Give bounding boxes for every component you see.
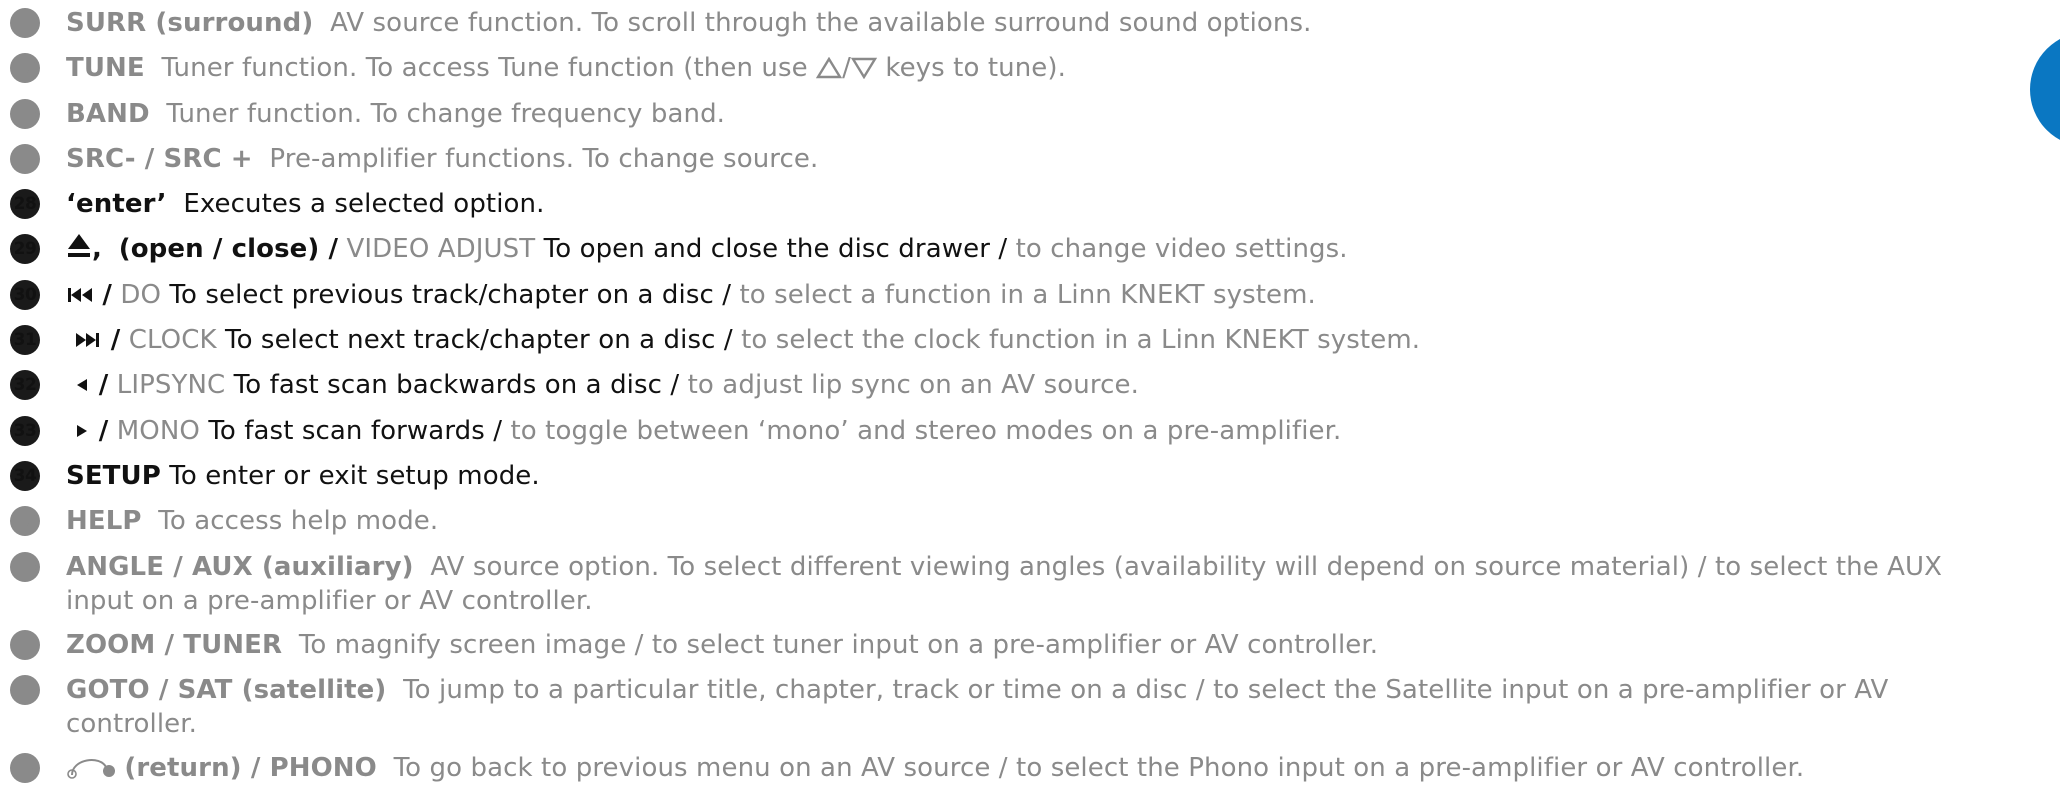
key-name: SRC- / SRC + bbox=[66, 143, 253, 174]
list-item-39: 39 (return) / PHONO To go back to previo… bbox=[10, 751, 2000, 785]
skip-previous-icon bbox=[66, 278, 94, 312]
key-alt-name: CLOCK bbox=[128, 325, 217, 356]
list-item-31: 31 / CLOCK To select next track/chapter … bbox=[10, 323, 2000, 357]
slash: / bbox=[842, 53, 851, 84]
item-number: 24 bbox=[10, 8, 40, 38]
item-number: 33 bbox=[10, 415, 40, 446]
key-description: To magnify screen image / to select tune… bbox=[298, 629, 1379, 660]
item-number: 36 bbox=[10, 551, 40, 582]
list-item-28: 28 ‘enter’ Executes a selected option. bbox=[10, 187, 2000, 221]
key-name: (return) / PHONO bbox=[124, 752, 377, 783]
key-alt-description: to select the clock function in a Linn K… bbox=[741, 325, 1421, 356]
skip-next-icon bbox=[74, 323, 102, 357]
key-name: TUNE bbox=[66, 53, 145, 84]
list-item-35: 35 HELP To access help mode. bbox=[10, 504, 2000, 538]
key-alt-description: to adjust lip sync on an AV source. bbox=[687, 370, 1139, 401]
key-alt-name: LIPSYNC bbox=[116, 370, 226, 401]
item-number: 27 bbox=[10, 143, 40, 174]
list-item-37: 37 ZOOM / TUNER To magnify screen image … bbox=[10, 628, 2000, 662]
list-item-26: 26 BAND Tuner function. To change freque… bbox=[10, 97, 2000, 131]
key-separator: / bbox=[110, 325, 121, 356]
key-separator: / bbox=[98, 370, 109, 401]
key-description: Executes a selected option. bbox=[183, 189, 545, 220]
list-item-24: 24 SURR (surround) AV source function. T… bbox=[10, 6, 2000, 40]
down-triangle-outline-icon bbox=[850, 51, 878, 85]
rewind-icon bbox=[74, 368, 90, 402]
key-name: BAND bbox=[66, 98, 150, 129]
chapter-tab bbox=[2030, 32, 2060, 147]
key-alt-name: MONO bbox=[116, 415, 200, 446]
list-item-38: 38 GOTO / SAT (satellite) To jump to a p… bbox=[10, 673, 2000, 741]
item-number: 38 bbox=[10, 674, 40, 705]
eject-icon bbox=[66, 232, 92, 266]
list-item-25: 25 TUNE Tuner function. To access Tune f… bbox=[10, 51, 2000, 85]
key-description: Tuner function. To access Tune function … bbox=[161, 53, 808, 84]
key-name: ZOOM / TUNER bbox=[66, 629, 283, 660]
up-triangle-outline-icon bbox=[815, 51, 843, 85]
key-separator: , bbox=[92, 234, 102, 265]
key-alt-description: to select a function in a Linn KNEKT sys… bbox=[739, 279, 1316, 310]
key-description: AV source function. To scroll through th… bbox=[330, 8, 1312, 38]
key-description: To enter or exit setup mode. bbox=[169, 460, 540, 491]
key-name: ‘enter’ bbox=[66, 189, 167, 220]
key-description: To select previous track/chapter on a di… bbox=[169, 279, 732, 310]
item-number: 28 bbox=[10, 189, 40, 220]
list-item-36: 36 ANGLE / AUX (auxiliary) AV source opt… bbox=[10, 550, 2000, 618]
key-separator: / bbox=[98, 415, 109, 446]
key-description: To fast scan forwards / bbox=[208, 415, 503, 446]
list-item-29: 29 , (open / close) / VIDEO ADJUST To op… bbox=[10, 232, 2000, 266]
item-number: 39 bbox=[10, 752, 40, 783]
key-description: To open and close the disc drawer / bbox=[543, 234, 1008, 265]
key-description-end: keys to tune). bbox=[885, 53, 1066, 84]
key-alt-name: DO bbox=[120, 279, 162, 310]
key-alt-description: to change video settings. bbox=[1015, 234, 1348, 265]
list-item-30: 30 / DO To select previous track/chapter… bbox=[10, 278, 2000, 312]
key-name: GOTO / SAT (satellite) bbox=[66, 674, 387, 705]
key-description: To fast scan backwards on a disc / bbox=[233, 370, 680, 401]
key-description: To select next track/chapter on a disc / bbox=[225, 325, 733, 356]
item-number: 35 bbox=[10, 506, 40, 537]
key-description: To go back to previous menu on an AV sou… bbox=[393, 752, 1805, 783]
fast-forward-icon bbox=[74, 414, 90, 448]
key-description: Tuner function. To change frequency band… bbox=[166, 98, 726, 129]
key-name: (open / close) / bbox=[118, 234, 339, 265]
item-number: 29 bbox=[10, 234, 40, 265]
item-number: 34 bbox=[10, 460, 40, 491]
key-alt-description: to toggle between ‘mono’ and stereo mode… bbox=[510, 415, 1342, 446]
list-item-32: 32 / LIPSYNC To fast scan backwards on a… bbox=[10, 368, 2000, 402]
item-number: 32 bbox=[10, 370, 40, 401]
item-number: 25 bbox=[10, 53, 40, 84]
key-name: ANGLE / AUX (auxiliary) bbox=[66, 551, 414, 582]
key-separator: / bbox=[102, 279, 112, 310]
key-name: HELP bbox=[66, 506, 142, 537]
key-description: Pre-amplifier functions. To change sourc… bbox=[269, 143, 819, 174]
item-number: 26 bbox=[10, 98, 40, 129]
remote-key-list: 24 SURR (surround) AV source function. T… bbox=[10, 6, 2000, 796]
item-number: 30 bbox=[10, 279, 40, 310]
key-name: SETUP bbox=[66, 460, 161, 491]
key-alt-name: VIDEO ADJUST bbox=[346, 234, 536, 265]
return-icon bbox=[66, 751, 116, 785]
key-description: To access help mode. bbox=[158, 506, 439, 537]
list-item-34: 34 SETUP To enter or exit setup mode. bbox=[10, 459, 2000, 493]
key-name: SURR (surround) bbox=[66, 8, 314, 38]
item-number: 37 bbox=[10, 629, 40, 660]
list-item-27: 27 SRC- / SRC + Pre-amplifier functions.… bbox=[10, 142, 2000, 176]
list-item-33: 33 / MONO To fast scan forwards / to tog… bbox=[10, 414, 2000, 448]
item-number: 31 bbox=[10, 325, 40, 356]
